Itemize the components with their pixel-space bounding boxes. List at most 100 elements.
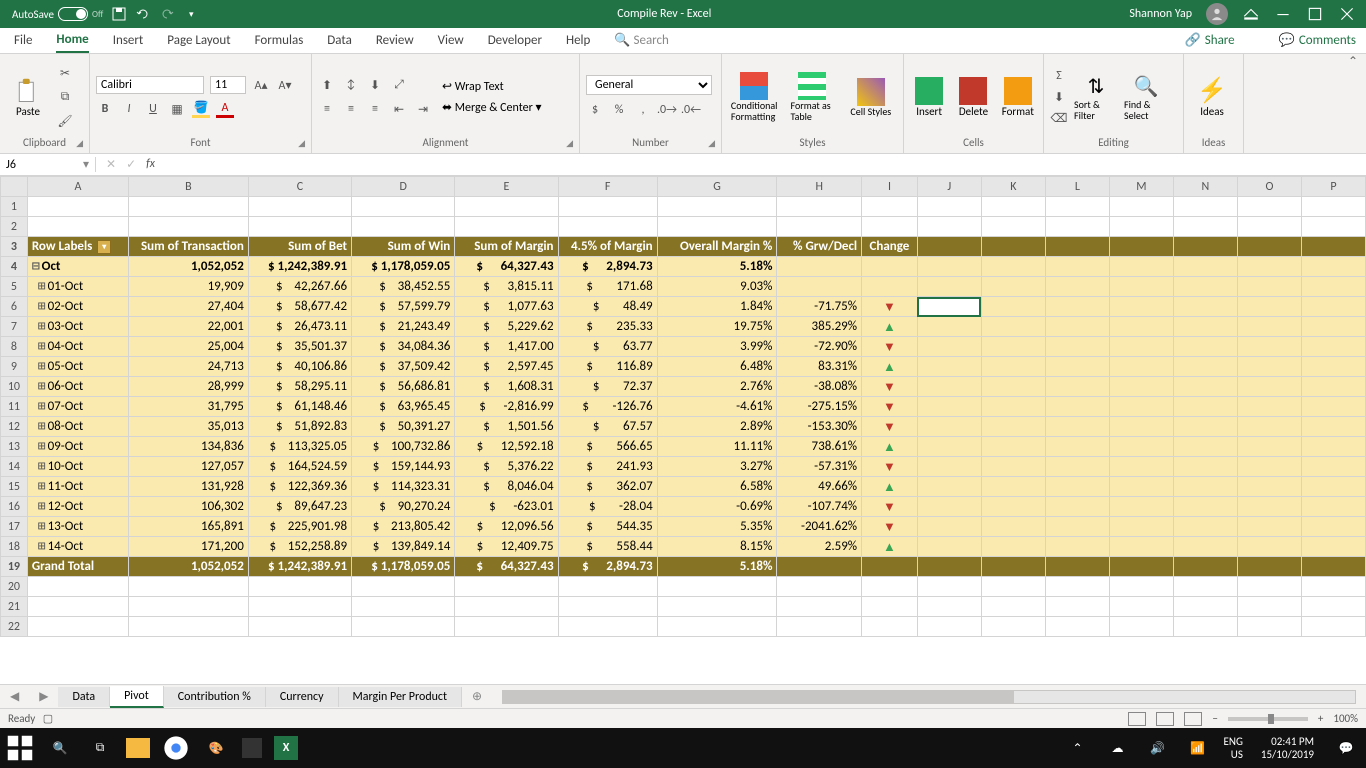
cell[interactable]: ▲: [862, 537, 918, 557]
cell[interactable]: $ -126.76: [558, 397, 657, 417]
cell[interactable]: [657, 197, 777, 217]
cell[interactable]: [1237, 457, 1301, 477]
cell[interactable]: $ 171.68: [558, 277, 657, 297]
tab-help[interactable]: Help: [566, 29, 590, 52]
cell[interactable]: [1045, 217, 1109, 237]
cell[interactable]: [917, 557, 981, 577]
cell[interactable]: 165,891: [129, 517, 249, 537]
cell[interactable]: $ 235.33: [558, 317, 657, 337]
cell[interactable]: [1045, 617, 1109, 637]
cell[interactable]: $ 12,592.18: [455, 437, 558, 457]
format-as-table-button[interactable]: Format as Table: [790, 72, 834, 122]
cell[interactable]: [917, 597, 981, 617]
tab-formulas[interactable]: Formulas: [255, 29, 304, 52]
cell[interactable]: $ -623.01: [455, 497, 558, 517]
cell[interactable]: [917, 377, 981, 397]
cell[interactable]: [1301, 317, 1365, 337]
cell[interactable]: $ 56,686.81: [352, 377, 455, 397]
cell[interactable]: $ 362.07: [558, 477, 657, 497]
cell[interactable]: 9.03%: [657, 277, 777, 297]
cell[interactable]: ▲: [862, 357, 918, 377]
sheet-tab-data[interactable]: Data: [58, 687, 110, 707]
cell[interactable]: [455, 217, 558, 237]
cut-icon[interactable]: ✂: [56, 64, 74, 82]
cell[interactable]: ⊞01-Oct: [27, 277, 128, 297]
cell[interactable]: [1045, 477, 1109, 497]
cell[interactable]: ⊟Oct: [27, 257, 128, 277]
cell[interactable]: $ 2,894.73: [558, 257, 657, 277]
cell[interactable]: [1045, 257, 1109, 277]
sheet-tab-pivot[interactable]: Pivot: [110, 686, 164, 708]
cell[interactable]: [1173, 357, 1237, 377]
cell[interactable]: [1301, 617, 1365, 637]
cell[interactable]: [981, 357, 1045, 377]
cell[interactable]: [1237, 357, 1301, 377]
cell[interactable]: [917, 457, 981, 477]
qat-customize-icon[interactable]: ▾: [183, 6, 199, 22]
cell[interactable]: $ 67.57: [558, 417, 657, 437]
cell[interactable]: ⊞13-Oct: [27, 517, 128, 537]
formula-input[interactable]: [165, 158, 1366, 172]
cell[interactable]: $ 122,369.36: [248, 477, 351, 497]
cell[interactable]: $ 51,892.83: [248, 417, 351, 437]
cell[interactable]: [1301, 217, 1365, 237]
col-header[interactable]: P: [1301, 177, 1365, 197]
col-header[interactable]: N: [1173, 177, 1237, 197]
cell[interactable]: ⊞10-Oct: [27, 457, 128, 477]
search-box[interactable]: 🔍 Search: [614, 29, 668, 52]
cell[interactable]: [981, 597, 1045, 617]
cell[interactable]: [455, 617, 558, 637]
row-header[interactable]: 16: [1, 497, 28, 517]
cell[interactable]: [1301, 337, 1365, 357]
network-icon[interactable]: 📶: [1183, 734, 1211, 762]
cell[interactable]: $ 42,267.66: [248, 277, 351, 297]
horizontal-scrollbar[interactable]: [502, 690, 1356, 704]
cell[interactable]: [981, 237, 1045, 257]
cell[interactable]: [981, 517, 1045, 537]
cell[interactable]: [1109, 377, 1173, 397]
cell[interactable]: [129, 577, 249, 597]
cell[interactable]: [777, 597, 862, 617]
cell[interactable]: 25,004: [129, 337, 249, 357]
cell[interactable]: [1109, 317, 1173, 337]
sort-filter-button[interactable]: ⇅Sort & Filter: [1074, 74, 1118, 121]
cell[interactable]: [1109, 517, 1173, 537]
tab-developer[interactable]: Developer: [488, 29, 542, 52]
cell[interactable]: $ 544.35: [558, 517, 657, 537]
cell[interactable]: [917, 497, 981, 517]
cell[interactable]: [981, 397, 1045, 417]
new-sheet-icon[interactable]: ⊕: [462, 689, 492, 704]
cancel-formula-icon[interactable]: ✕: [106, 157, 116, 172]
tab-file[interactable]: File: [14, 29, 32, 52]
sheet-nav-next-icon[interactable]: ▶: [29, 689, 58, 704]
cell[interactable]: [981, 417, 1045, 437]
cell[interactable]: [981, 537, 1045, 557]
cell[interactable]: [1045, 277, 1109, 297]
cell[interactable]: [862, 257, 918, 277]
col-header[interactable]: J: [917, 177, 981, 197]
cell[interactable]: $ 58,295.11: [248, 377, 351, 397]
cell[interactable]: 5.35%: [657, 517, 777, 537]
cell[interactable]: [917, 297, 981, 317]
cell[interactable]: [981, 557, 1045, 577]
cell[interactable]: 5.18%: [657, 557, 777, 577]
cell[interactable]: ▲: [862, 437, 918, 457]
chrome-icon[interactable]: [162, 734, 190, 762]
cell[interactable]: [1045, 517, 1109, 537]
cell[interactable]: [657, 597, 777, 617]
cell[interactable]: [917, 417, 981, 437]
cell[interactable]: Overall Margin %: [657, 237, 777, 257]
cell[interactable]: [1301, 437, 1365, 457]
user-avatar-icon[interactable]: [1206, 3, 1228, 25]
cell[interactable]: [1109, 597, 1173, 617]
cell[interactable]: [917, 477, 981, 497]
enter-formula-icon[interactable]: ✓: [126, 157, 136, 172]
cell[interactable]: [917, 437, 981, 457]
cell[interactable]: [917, 237, 981, 257]
cell[interactable]: -2041.62%: [777, 517, 862, 537]
sheet-tab-margin[interactable]: Margin Per Product: [339, 687, 463, 707]
row-header[interactable]: 14: [1, 457, 28, 477]
cell[interactable]: $ 61,148.46: [248, 397, 351, 417]
cell[interactable]: ▼: [862, 377, 918, 397]
font-size-select[interactable]: [210, 76, 246, 94]
